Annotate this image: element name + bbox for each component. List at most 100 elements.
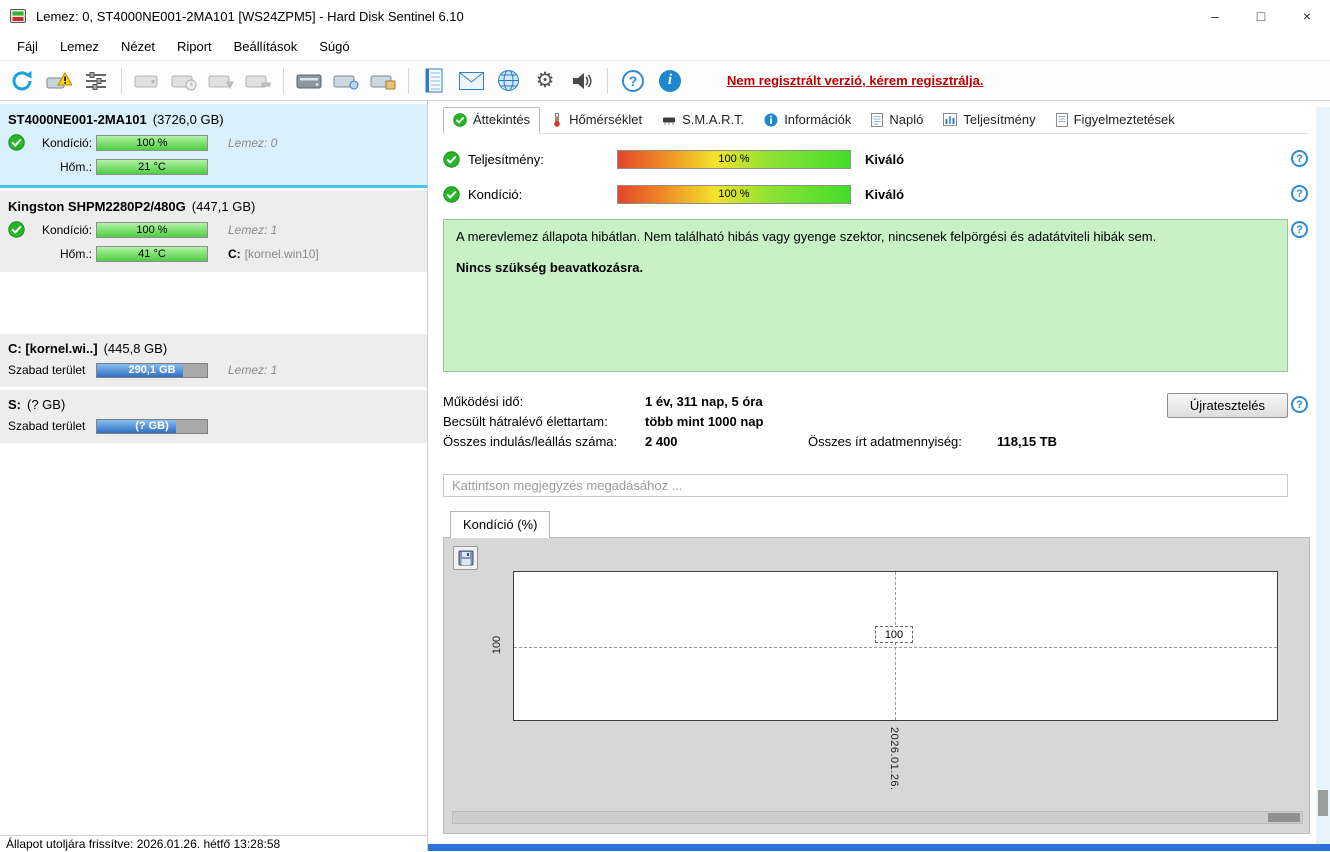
report-button[interactable]: [418, 65, 450, 97]
health-check-icon: [8, 221, 25, 238]
retest-button[interactable]: Újratesztelés: [1166, 393, 1288, 418]
menu-help[interactable]: Súgó: [308, 35, 360, 58]
settings-button[interactable]: ⚙: [529, 65, 561, 97]
tab-performance[interactable]: Teljesítmény: [934, 108, 1044, 133]
menu-settings[interactable]: Beállítások: [223, 35, 309, 58]
close-button[interactable]: ×: [1284, 0, 1330, 32]
disk-name: Kingston SHPM2280P2/480G: [8, 199, 186, 214]
condition-rating: Kiváló: [865, 186, 905, 202]
partition-entry-s[interactable]: S: (? GB) Szabad terület (? GB): [0, 390, 427, 443]
disk-entry-st4000[interactable]: ST4000NE001-2MA101 (3726,0 GB) Kondíció: …: [0, 104, 427, 188]
performance-rating: Kiváló: [865, 151, 905, 167]
status-text: Állapot utoljára frissítve: 2026.01.26. …: [6, 837, 281, 851]
warnings-page-icon: [1055, 112, 1068, 127]
sliders-icon: [86, 71, 106, 90]
condition-graph-panel: 100 100 2026.01.26.: [443, 537, 1310, 834]
disk-entry-kingston[interactable]: Kingston SHPM2280P2/480G (447,1 GB) Kondí…: [0, 191, 427, 272]
tab-information[interactable]: Információk: [755, 108, 860, 133]
free-space-value: (? GB): [135, 420, 169, 432]
email-button[interactable]: [455, 65, 487, 97]
performance-label: Teljesítmény:: [468, 151, 544, 167]
disk-warning-icon: [46, 71, 72, 88]
help-button[interactable]: ?: [617, 65, 649, 97]
thermometer-icon: [554, 112, 560, 127]
start-stop-label: Összes indulás/leállás száma:: [443, 433, 618, 449]
drive-bay-button[interactable]: [293, 65, 325, 97]
health-status-action: Nincs szükség beavatkozásra.: [456, 260, 644, 275]
disk-size: (447,1 GB): [191, 199, 256, 214]
retest-help-button[interactable]: ?: [1291, 396, 1308, 413]
disk-name: ST4000NE001-2MA101: [8, 112, 147, 127]
scrollbar-handle[interactable]: [1318, 790, 1328, 816]
graph-x-label: 2026.01.26.: [888, 727, 900, 791]
tab-temperature[interactable]: Hőmérséklet: [542, 108, 651, 133]
tab-overview[interactable]: Áttekintés: [443, 107, 541, 134]
free-space-bar: (? GB): [96, 418, 208, 434]
smart-chip-icon: [663, 117, 676, 125]
email-icon: [458, 71, 484, 90]
main-panel: Áttekintés Hőmérséklet S.M.A.R.T. Inform…: [428, 101, 1330, 844]
disk-warning-button[interactable]: [43, 65, 75, 97]
toolbar: ⚙ ? i Nem regisztrált verzió, kérem regi…: [0, 60, 1330, 101]
status-help-button[interactable]: ?: [1291, 221, 1308, 238]
maximize-button[interactable]: □: [1238, 0, 1284, 32]
tab-label: S.M.A.R.T.: [682, 112, 745, 127]
gear-icon: ⚙: [535, 69, 555, 92]
sound-button[interactable]: [566, 65, 598, 97]
help-icon: ?: [1291, 396, 1308, 413]
disk-config-button[interactable]: [80, 65, 112, 97]
tab-smart[interactable]: S.M.A.R.T.: [653, 108, 753, 133]
disk-remove-button-disabled: [242, 65, 274, 97]
app-logo-icon: [10, 8, 28, 24]
menu-report[interactable]: Riport: [166, 35, 223, 58]
globe-icon: [497, 70, 519, 91]
help-icon: ?: [1291, 185, 1308, 202]
disk-archive-button[interactable]: [367, 65, 399, 97]
toolbar-separator: [283, 67, 284, 94]
scrollbar-handle[interactable]: [1268, 813, 1300, 822]
vertical-scrollbar[interactable]: [1316, 107, 1330, 844]
graph-gridline-vertical: [895, 572, 896, 720]
performance-row: Teljesítmény: 100 % Kiváló ?: [443, 149, 1308, 169]
refresh-button[interactable]: [6, 65, 38, 97]
tab-label: Teljesítmény: [963, 112, 1036, 127]
condition-label: Kondíció:: [468, 186, 523, 202]
disk-test-button-disabled: [131, 65, 163, 97]
partition-volume-name: [kornel.win10]: [244, 246, 319, 261]
power-on-time-label: Működési idő:: [443, 393, 524, 409]
menu-bar: Fájl Lemez Nézet Riport Beállítások Súgó: [0, 32, 1330, 60]
partition-size: (? GB): [27, 397, 66, 412]
minimize-button[interactable]: –: [1192, 0, 1238, 32]
health-status-box: A merevlemez állapota hibátlan. Nem talá…: [443, 219, 1288, 372]
tab-label: Áttekintés: [473, 112, 531, 127]
performance-help-button[interactable]: ?: [1291, 150, 1308, 167]
free-space-value: 290,1 GB: [128, 364, 176, 376]
graph-horizontal-scrollbar[interactable]: [452, 811, 1303, 824]
check-circle-icon: [453, 112, 467, 127]
disk-tools-button[interactable]: [330, 65, 362, 97]
performance-bar: 100 %: [617, 149, 851, 169]
info-button[interactable]: i: [654, 65, 686, 97]
tab-log[interactable]: Napló: [862, 108, 932, 133]
graph-tab-condition[interactable]: Kondíció (%): [450, 511, 551, 538]
speaker-icon: [573, 72, 592, 89]
menu-view[interactable]: Nézet: [110, 35, 166, 58]
graph-plot-area: [513, 571, 1278, 721]
menu-disk[interactable]: Lemez: [49, 35, 110, 58]
comment-input[interactable]: [443, 474, 1288, 497]
graph-y-tick: 100: [491, 635, 504, 655]
tab-label: Napló: [889, 112, 924, 127]
condition-help-button[interactable]: ?: [1291, 185, 1308, 202]
help-icon: ?: [1291, 150, 1308, 167]
menu-file[interactable]: Fájl: [6, 35, 49, 58]
disk-number-label: Lemez: 0: [228, 135, 278, 150]
graph-point-label: 100: [875, 626, 913, 643]
partition-entry-c[interactable]: C: [kornel.wi..] (445,8 GB) Szabad terüle…: [0, 334, 427, 387]
disk-enable-button-disabled: [205, 65, 237, 97]
save-graph-button[interactable]: [453, 546, 478, 570]
condition-row: Kondíció: 100 % Kiváló ?: [443, 184, 1308, 204]
tab-warnings[interactable]: Figyelmeztetések: [1047, 108, 1184, 133]
register-link[interactable]: Nem regisztrált verzió, kérem regisztrál…: [727, 73, 984, 88]
report-icon: [425, 68, 443, 93]
network-button[interactable]: [492, 65, 524, 97]
